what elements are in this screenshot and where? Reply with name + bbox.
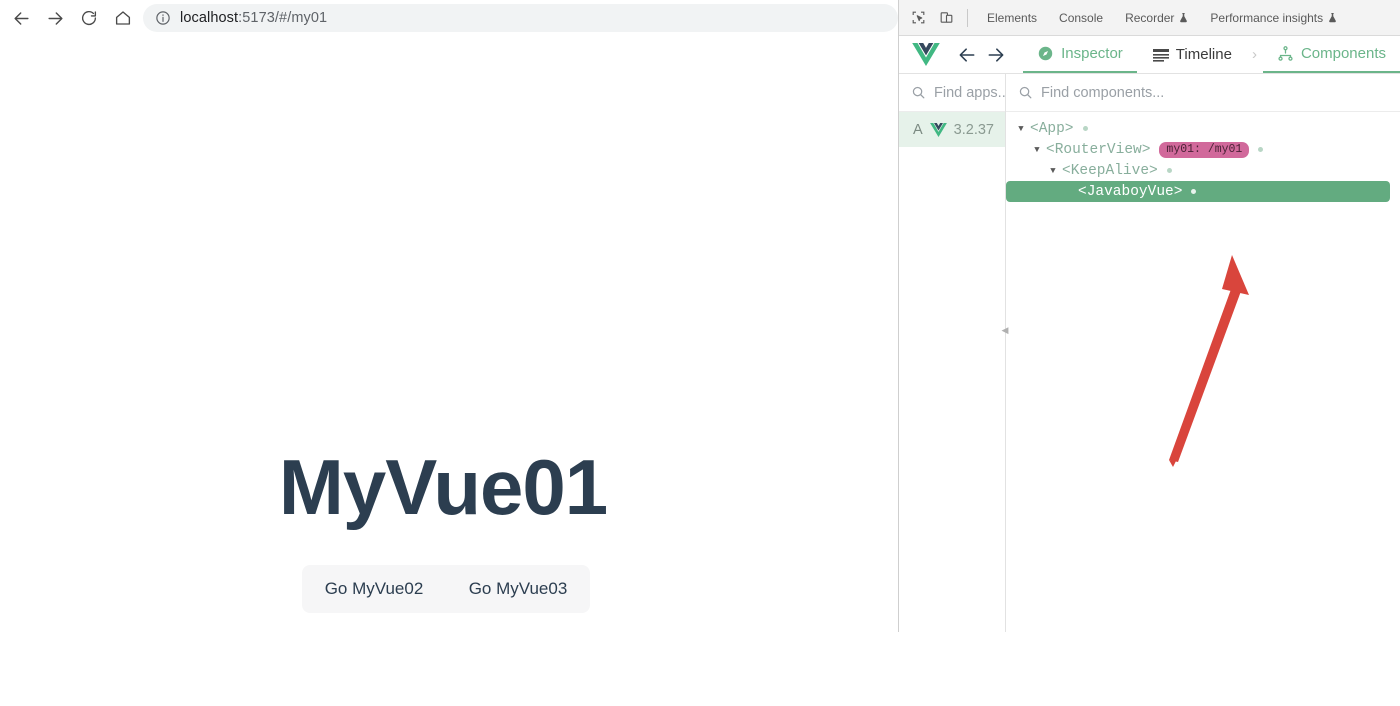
back-arrow-icon bbox=[957, 45, 977, 65]
back-button[interactable] bbox=[6, 3, 36, 33]
render-dot-icon bbox=[1191, 189, 1196, 194]
app-search-row bbox=[899, 74, 1005, 112]
vue-logo-icon bbox=[899, 43, 952, 66]
apps-column: A 3.2.37 ◀ bbox=[899, 74, 1006, 632]
component-tree: ▼ <App> ▼ <RouterView> my01: /my01 ▼ <Ke… bbox=[1006, 112, 1400, 202]
tab-timeline[interactable]: Timeline bbox=[1139, 37, 1246, 73]
component-search-row bbox=[1006, 74, 1400, 112]
home-button[interactable] bbox=[108, 3, 138, 33]
page-viewport: MyVue01 Go MyVue02 Go MyVue03 bbox=[0, 36, 898, 632]
compass-icon bbox=[1037, 45, 1054, 62]
tab-inspector[interactable]: Inspector bbox=[1023, 37, 1137, 73]
flask-icon bbox=[1179, 12, 1188, 23]
tree-node-keepalive[interactable]: ▼ <KeepAlive> bbox=[1006, 160, 1400, 181]
search-icon bbox=[1018, 85, 1033, 100]
chevron-right-icon[interactable]: › bbox=[1246, 46, 1263, 63]
app-search-input[interactable] bbox=[934, 85, 1005, 101]
page-title: MyVue01 bbox=[0, 448, 886, 526]
tree-node-javaboyvue[interactable]: <JavaboyVue> bbox=[1006, 181, 1390, 202]
reload-button[interactable] bbox=[74, 3, 104, 33]
vue-logo-icon bbox=[930, 123, 947, 137]
app-version-label: 3.2.37 bbox=[954, 122, 994, 138]
route-link-group: Go MyVue02 Go MyVue03 bbox=[302, 565, 590, 613]
components-tree-icon bbox=[1277, 45, 1294, 62]
tab-components-label: Components bbox=[1301, 45, 1386, 62]
expand-arrow-icon[interactable]: ▼ bbox=[1048, 166, 1058, 176]
tree-node-label: <KeepAlive> bbox=[1062, 163, 1158, 179]
vue-forward-button[interactable] bbox=[982, 40, 1012, 70]
tab-console[interactable]: Console bbox=[1048, 1, 1114, 35]
toolbar-divider bbox=[967, 9, 968, 27]
reload-icon bbox=[80, 9, 98, 27]
tab-elements-label: Elements bbox=[987, 1, 1037, 35]
tree-node-routerview[interactable]: ▼ <RouterView> my01: /my01 bbox=[1006, 139, 1400, 160]
tab-performance-insights[interactable]: Performance insights bbox=[1199, 1, 1348, 35]
expand-arrow-icon[interactable]: ▼ bbox=[1032, 145, 1042, 155]
render-dot-icon bbox=[1083, 126, 1088, 131]
url-text: localhost:5173/#/my01 bbox=[180, 10, 327, 26]
url-host: localhost bbox=[180, 10, 238, 26]
render-dot-icon bbox=[1167, 168, 1172, 173]
route-badge: my01: /my01 bbox=[1159, 142, 1249, 158]
devtools-tabbar: Elements Console Recorder Performance in… bbox=[899, 0, 1400, 36]
device-toolbar-icon[interactable] bbox=[933, 6, 959, 30]
tab-recorder-label: Recorder bbox=[1125, 1, 1174, 35]
forward-arrow-icon bbox=[986, 45, 1006, 65]
devtools-panel: Elements Console Recorder Performance in… bbox=[898, 0, 1400, 632]
components-column: ▼ <App> ▼ <RouterView> my01: /my01 ▼ <Ke… bbox=[1006, 74, 1400, 632]
search-icon bbox=[911, 85, 926, 100]
vue-back-button[interactable] bbox=[952, 40, 982, 70]
tab-elements[interactable]: Elements bbox=[976, 1, 1048, 35]
flask-icon bbox=[1328, 12, 1337, 23]
tab-performance-insights-label: Performance insights bbox=[1210, 1, 1323, 35]
component-search-input[interactable] bbox=[1041, 85, 1400, 101]
tree-node-label: <JavaboyVue> bbox=[1078, 184, 1182, 200]
go-myvue02-link[interactable]: Go MyVue02 bbox=[302, 565, 446, 613]
back-arrow-icon bbox=[12, 9, 31, 28]
inspect-element-icon[interactable] bbox=[905, 6, 931, 30]
tree-node-label: <App> bbox=[1030, 121, 1074, 137]
tree-node-app[interactable]: ▼ <App> bbox=[1006, 118, 1400, 139]
forward-arrow-icon bbox=[46, 9, 65, 28]
url-path: :5173/#/my01 bbox=[238, 10, 327, 26]
go-myvue03-link[interactable]: Go MyVue03 bbox=[446, 565, 590, 613]
address-bar[interactable]: localhost:5173/#/my01 bbox=[143, 4, 898, 32]
expand-arrow-icon[interactable]: ▼ bbox=[1016, 124, 1026, 134]
home-icon bbox=[114, 9, 132, 27]
tab-inspector-label: Inspector bbox=[1061, 45, 1123, 62]
vue-devtools-body: A 3.2.37 ◀ bbox=[899, 74, 1400, 632]
app-list-item[interactable]: A 3.2.37 bbox=[899, 112, 1005, 147]
timeline-icon bbox=[1153, 48, 1169, 62]
forward-button[interactable] bbox=[40, 3, 70, 33]
browser-window: localhost:5173/#/my01 128 bbox=[0, 0, 1400, 632]
tab-console-label: Console bbox=[1059, 1, 1103, 35]
vue-devtools-header: Inspector Timeline › bbox=[899, 36, 1400, 74]
app-prefix-label: A bbox=[913, 122, 923, 138]
tree-node-label: <RouterView> bbox=[1046, 142, 1150, 158]
site-info-icon[interactable] bbox=[155, 10, 171, 26]
render-dot-icon bbox=[1258, 147, 1263, 152]
tab-components[interactable]: Components bbox=[1263, 37, 1400, 73]
tab-recorder[interactable]: Recorder bbox=[1114, 1, 1199, 35]
tab-timeline-label: Timeline bbox=[1176, 46, 1232, 63]
